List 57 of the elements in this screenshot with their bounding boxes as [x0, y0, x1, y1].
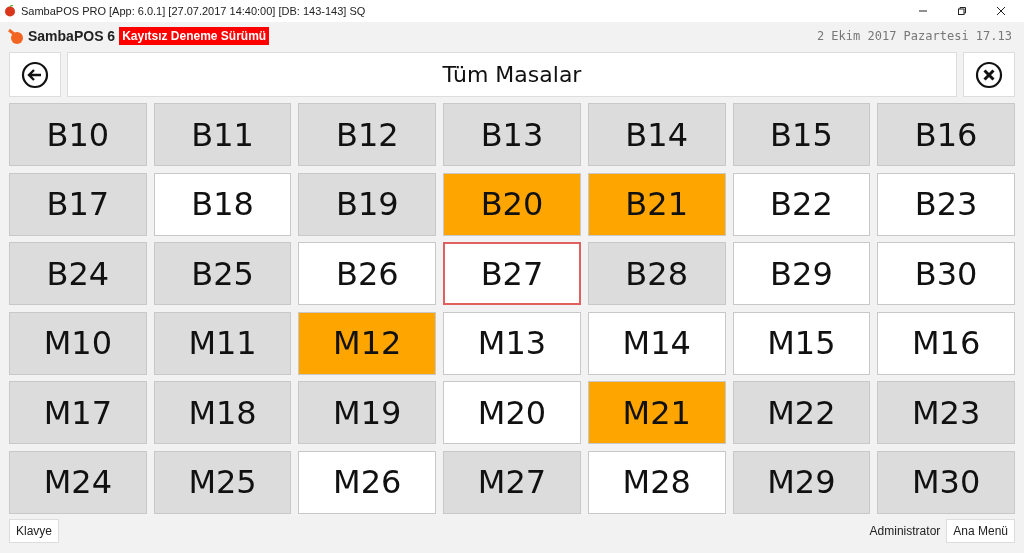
table-button[interactable]: B21: [587, 172, 726, 236]
table-button[interactable]: B28: [587, 242, 726, 306]
table-button[interactable]: B10: [9, 103, 147, 166]
table-button[interactable]: M15: [732, 311, 871, 375]
table-button[interactable]: B15: [732, 103, 871, 166]
table-button[interactable]: M16: [877, 311, 1015, 375]
table-button[interactable]: M21: [587, 381, 726, 445]
table-button[interactable]: B12: [298, 103, 437, 166]
keyboard-button[interactable]: Klavye: [9, 518, 60, 543]
table-button[interactable]: B11: [153, 103, 292, 166]
table-button[interactable]: B29: [732, 242, 871, 306]
table-button[interactable]: M24: [9, 450, 147, 514]
brand-name: SambaPOS 6: [28, 28, 116, 44]
back-button[interactable]: [9, 52, 61, 97]
table-button[interactable]: M11: [153, 311, 292, 375]
close-icon: [975, 60, 1003, 89]
table-button[interactable]: M13: [443, 311, 581, 375]
restore-icon[interactable]: [957, 6, 967, 16]
main-menu-button[interactable]: Ana Menü: [946, 518, 1015, 543]
table-button[interactable]: M26: [298, 450, 437, 514]
table-button[interactable]: B18: [153, 172, 292, 236]
table-button[interactable]: M29: [732, 450, 871, 514]
table-button[interactable]: M20: [443, 381, 581, 445]
close-icon[interactable]: [996, 6, 1006, 16]
table-button[interactable]: B24: [9, 242, 147, 306]
table-button[interactable]: M12: [298, 311, 437, 375]
table-button[interactable]: M22: [732, 381, 871, 445]
table-button[interactable]: B26: [298, 242, 437, 306]
table-button[interactable]: B14: [587, 103, 726, 166]
user-name: Administrator: [869, 523, 941, 538]
table-button[interactable]: B30: [877, 242, 1015, 306]
logo-icon: [8, 28, 24, 44]
table-button[interactable]: M17: [9, 381, 147, 445]
table-button[interactable]: M18: [153, 381, 292, 445]
table-button[interactable]: B25: [153, 242, 292, 306]
table-button[interactable]: B13: [443, 103, 581, 166]
date-time: 2 Ekim 2017 Pazartesi 17.13: [816, 29, 1012, 43]
table-button[interactable]: M27: [443, 450, 581, 514]
table-button[interactable]: M28: [587, 450, 726, 514]
table-button[interactable]: B22: [732, 172, 871, 236]
table-button[interactable]: M14: [587, 311, 726, 375]
table-button[interactable]: B17: [9, 172, 147, 236]
table-button[interactable]: M23: [877, 381, 1015, 445]
table-button[interactable]: B20: [443, 172, 581, 236]
table-button[interactable]: B16: [877, 103, 1015, 166]
table-button[interactable]: M30: [877, 450, 1015, 514]
window-title: SambaPOS PRO [App: 6.0.1] [27.07.2017 14:40:00] [DB: 143-143] SQ: [21, 5, 366, 17]
table-button[interactable]: B19: [298, 172, 437, 236]
close-button[interactable]: [963, 52, 1015, 97]
table-button[interactable]: M19: [298, 381, 437, 445]
table-button[interactable]: B23: [877, 172, 1015, 236]
app-icon: [4, 5, 16, 17]
trial-badge: Kayıtsız Deneme Sürümü: [119, 27, 270, 45]
table-button[interactable]: M25: [153, 450, 292, 514]
table-button[interactable]: B27: [443, 242, 581, 306]
page-title: Tüm Masalar: [67, 52, 957, 97]
table-button[interactable]: M10: [9, 311, 147, 375]
